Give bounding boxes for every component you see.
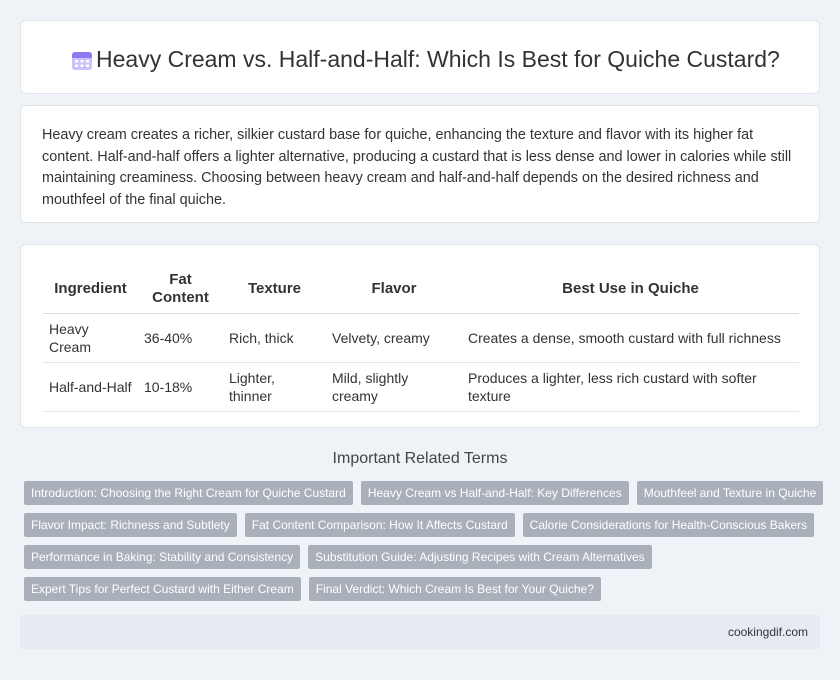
intro-card: Heavy cream creates a richer, silkier cu… [20,105,820,223]
tag-row: Expert Tips for Perfect Custard with Eit… [24,577,824,601]
related-term-tag[interactable]: Mouthfeel and Texture in Quiche [636,481,824,505]
calendar-icon [72,52,92,70]
related-term-tag[interactable]: Flavor Impact: Richness and Subtlety [24,513,237,537]
cell-flavor: Velvety, creamy [326,313,462,363]
cell-texture: Lighter, thinner [223,362,326,412]
related-term-tag[interactable]: Expert Tips for Perfect Custard with Eit… [24,577,301,601]
cell-ingredient: Half-and-Half [43,362,138,412]
tag-row: Introduction: Choosing the Right Cream f… [24,481,824,505]
cell-best-use: Produces a lighter, less rich custard wi… [462,362,799,412]
related-term-tag[interactable]: Heavy Cream vs Half-and-Half: Key Differ… [360,481,629,505]
cell-ingredient: Heavy Cream [43,313,138,363]
related-term-tag[interactable]: Final Verdict: Which Cream Is Best for Y… [308,577,601,601]
tag-row: Performance in Baking: Stability and Con… [24,545,824,569]
related-term-tag[interactable]: Introduction: Choosing the Right Cream f… [24,481,353,505]
comparison-table: Ingredient Fat Content Texture Flavor Be… [43,265,799,412]
header-card: Heavy Cream vs. Half-and-Half: Which Is … [20,20,820,94]
header-fat-content: Fat Content [138,265,223,314]
related-term-tag[interactable]: Substitution Guide: Adjusting Recipes wi… [308,545,652,569]
header-best-use: Best Use in Quiche [462,265,799,314]
comparison-table-card: Ingredient Fat Content Texture Flavor Be… [20,244,820,428]
header-flavor: Flavor [326,265,462,314]
tag-row: Flavor Impact: Richness and Subtlety Fat… [24,513,824,537]
footer-site-name[interactable]: cookingdif.com [728,625,808,639]
cell-fat-content: 10-18% [138,362,223,412]
cell-fat-content: 36-40% [138,313,223,363]
related-terms-title: Important Related Terms [332,450,508,467]
related-terms-list: Introduction: Choosing the Right Cream f… [24,481,824,609]
related-term-tag[interactable]: Performance in Baking: Stability and Con… [24,545,301,569]
cell-texture: Rich, thick [223,313,326,363]
table-row: Heavy Cream 36-40% Rich, thick Velvety, … [43,313,799,363]
cell-flavor: Mild, slightly creamy [326,362,462,412]
page-title: Heavy Cream vs. Half-and-Half: Which Is … [96,46,780,72]
intro-text: Heavy cream creates a richer, silkier cu… [42,127,792,208]
table-row: Half-and-Half 10-18% Lighter, thinner Mi… [43,362,799,412]
cell-best-use: Creates a dense, smooth custard with ful… [462,313,799,363]
header-texture: Texture [223,265,326,314]
table-header-row: Ingredient Fat Content Texture Flavor Be… [43,265,799,314]
footer: cookingdif.com [20,615,820,649]
related-term-tag[interactable]: Fat Content Comparison: How It Affects C… [244,513,515,537]
header-ingredient: Ingredient [43,265,138,314]
related-term-tag[interactable]: Calorie Considerations for Health-Consci… [522,513,815,537]
